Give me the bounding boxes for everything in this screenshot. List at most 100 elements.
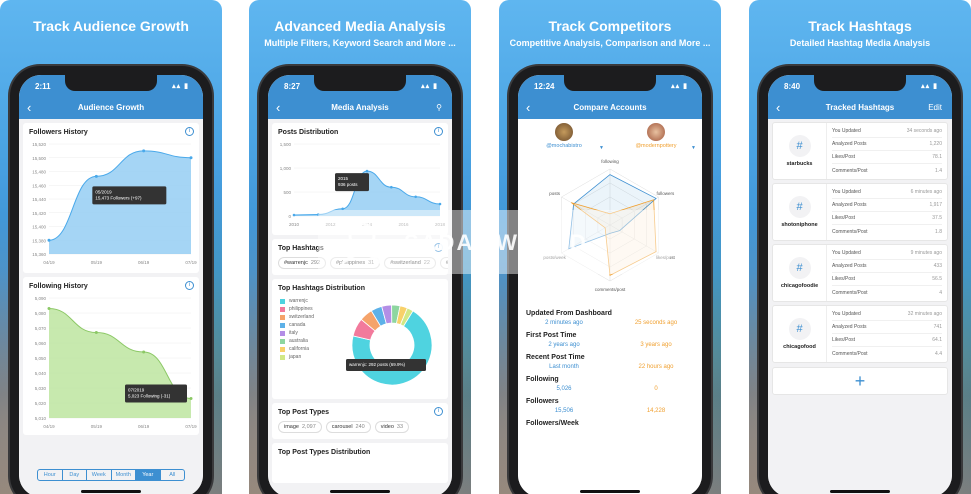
tracked-hashtag-card[interactable]: # chicagofoodie You Updated 9 minutes ago… xyxy=(772,244,948,302)
stat-label: Analyzed Posts xyxy=(832,263,867,269)
stat-label: Comments/Post xyxy=(832,289,868,296)
home-indicator xyxy=(330,490,390,493)
x-tick-label: 07/19 xyxy=(185,424,197,429)
stat-row: You Updated 9 minutes ago xyxy=(832,247,942,260)
tooltip-text: 2015 xyxy=(338,176,349,181)
comparison-label: First Post Time xyxy=(526,332,577,339)
panel-subtitle: Detailed Hashtag Media Analysis xyxy=(789,38,931,48)
card-title: Posts Distribution xyxy=(278,129,339,136)
chevron-left-icon[interactable]: ‹ xyxy=(276,97,280,119)
tooltip-text: 5,023 Following (-31) xyxy=(128,394,171,399)
following-chart: 5,090 5,080 5,070 5,060 5,050 5,040 5,030 5,020… xyxy=(35,296,197,429)
stat-value: 1,917 xyxy=(929,202,942,208)
stat-value: 78.1 xyxy=(932,154,942,160)
home-indicator xyxy=(81,490,141,493)
followers-tooltip: 05/201915,473 Followers (+97) xyxy=(92,186,167,205)
x-tick-label: 05/19 xyxy=(91,424,103,429)
post-type-chips: image 2,097 carousel 240 video 33 xyxy=(272,418,448,439)
stat-label: Likes/Post xyxy=(832,276,856,282)
radar-label: followers xyxy=(657,191,676,196)
hashtag-name: starbucks xyxy=(786,161,813,167)
info-icon[interactable]: i xyxy=(185,281,194,290)
chip[interactable]: carousel 240 xyxy=(325,421,371,433)
stat-row: You Updated 6 minutes ago xyxy=(832,186,942,199)
watermark-text: SADAP.WEB.ID xyxy=(404,230,588,255)
account-b-value: 3 years ago xyxy=(640,342,672,348)
info-icon[interactable]: i xyxy=(185,127,194,136)
hashtags-pie-chart: warrenjc: 292 posts (69.9%) xyxy=(346,304,433,386)
x-tick-label: 04/19 xyxy=(43,424,55,429)
phone-screen: 8:27 ▴▴ ▮ ‹ Media Analysis ⚲ Posts Distr… xyxy=(268,75,452,494)
following-history-card: Following History i 5,090 5,080 5,070 5,060… xyxy=(23,277,199,435)
stat-label: You Updated xyxy=(832,128,861,134)
stat-label: Likes/Post xyxy=(832,154,856,160)
watermark: SADAP.WEB.ID xyxy=(318,210,670,274)
account-b-selector[interactable]: @modernpottery ▼ xyxy=(610,123,702,151)
followers-history-card: Followers History i 15,520 15,500 15,480 15… xyxy=(23,123,199,273)
tooltip-text: 15,473 Followers (+97) xyxy=(95,195,142,200)
y-tick-label: 15,480 xyxy=(32,170,46,175)
stat-value: 37.5 xyxy=(932,215,942,221)
range-option-week[interactable]: Week xyxy=(87,470,112,480)
hashtag-identity: # starbucks xyxy=(773,123,827,179)
account-a-value: Last month xyxy=(549,364,579,370)
comparison-label: Recent Post Time xyxy=(526,354,585,361)
card-title: Top Post Types xyxy=(278,409,330,416)
stat-label: Analyzed Posts xyxy=(832,324,867,330)
plus-icon[interactable]: + xyxy=(772,367,948,395)
x-tick-label: 2010 xyxy=(289,222,300,227)
chip[interactable]: image 2,097 xyxy=(278,421,322,433)
signal-battery-icon: ▴▴ ▮ xyxy=(172,83,189,90)
chip[interactable]: video 33 xyxy=(374,421,410,433)
stat-value: 1.4 xyxy=(935,167,942,174)
comparison-values: 5,026 0 xyxy=(518,385,702,394)
phone-frame: 8:40 ▴▴ ▮ ‹ Tracked Hashtags Edit # star… xyxy=(759,66,961,494)
stat-label: Analyzed Posts xyxy=(832,141,867,147)
range-option-all[interactable]: All xyxy=(161,470,185,480)
tracked-hashtag-card[interactable]: # shotoniphone You Updated 6 minutes ago A… xyxy=(772,183,948,241)
range-option-day[interactable]: Day xyxy=(63,470,87,480)
range-option-year[interactable]: Year xyxy=(136,470,161,480)
stat-row: Comments/Post 4.4 xyxy=(832,347,942,360)
nav-title: Compare Accounts xyxy=(573,103,647,112)
y-tick-label: 15,460 xyxy=(32,183,46,188)
card-title: Followers History xyxy=(29,129,88,136)
chevron-left-icon[interactable]: ‹ xyxy=(776,97,780,119)
range-option-month[interactable]: Month xyxy=(112,470,136,480)
y-tick-label: 15,520 xyxy=(32,142,46,147)
nav-bar: ‹ Tracked Hashtags Edit xyxy=(768,97,952,119)
account-a-selector[interactable]: @mochabistro ▼ xyxy=(518,123,610,151)
avatar xyxy=(647,123,665,141)
tooltip-text: 936 posts xyxy=(338,182,358,187)
stat-row: Analyzed Posts 1,220 xyxy=(832,138,942,151)
y-tick-label: 5,060 xyxy=(35,341,47,346)
y-tick-label: 1,000 xyxy=(280,166,292,171)
top-post-types-card: Top Post Types i image 2,097 carousel 240 vi… xyxy=(272,403,448,439)
tracked-hashtag-card[interactable]: # chicagofood You Updated 32 minutes ago A… xyxy=(772,305,948,363)
tracked-hashtag-card[interactable]: # starbucks You Updated 34 seconds ago Ana… xyxy=(772,122,948,180)
data-point xyxy=(390,185,393,189)
stat-value: 741 xyxy=(933,324,942,330)
following-tooltip: 07/20195,023 Following (-31) xyxy=(125,384,187,403)
chevron-left-icon[interactable]: ‹ xyxy=(526,97,530,119)
y-tick-label: 15,420 xyxy=(32,211,46,216)
account-b-value: 22 hours ago xyxy=(638,364,674,370)
nav-bar: ‹ Media Analysis ⚲ xyxy=(268,97,452,119)
data-point xyxy=(47,307,51,310)
stat-value: 6 minutes ago xyxy=(910,189,942,195)
hashtag-name: shotoniphone xyxy=(781,222,818,228)
edit-button[interactable]: Edit xyxy=(928,97,942,119)
hashtag-name: chicagofood xyxy=(783,344,816,350)
chip-count: 240 xyxy=(355,424,365,430)
info-icon[interactable]: i xyxy=(434,127,443,136)
status-time: 8:27 xyxy=(284,82,301,91)
range-option-hour[interactable]: Hour xyxy=(38,470,63,480)
stat-row: Likes/Post 78.1 xyxy=(832,151,942,164)
stat-label: Analyzed Posts xyxy=(832,202,867,208)
avatar xyxy=(555,123,573,141)
comparison-list: Updated From Dashboard 2 minutes ago 25 se… xyxy=(518,306,702,432)
chip-label: image xyxy=(284,424,299,430)
info-icon[interactable]: i xyxy=(434,407,443,416)
search-icon[interactable]: ⚲ xyxy=(436,97,442,119)
chevron-left-icon[interactable]: ‹ xyxy=(27,97,31,119)
